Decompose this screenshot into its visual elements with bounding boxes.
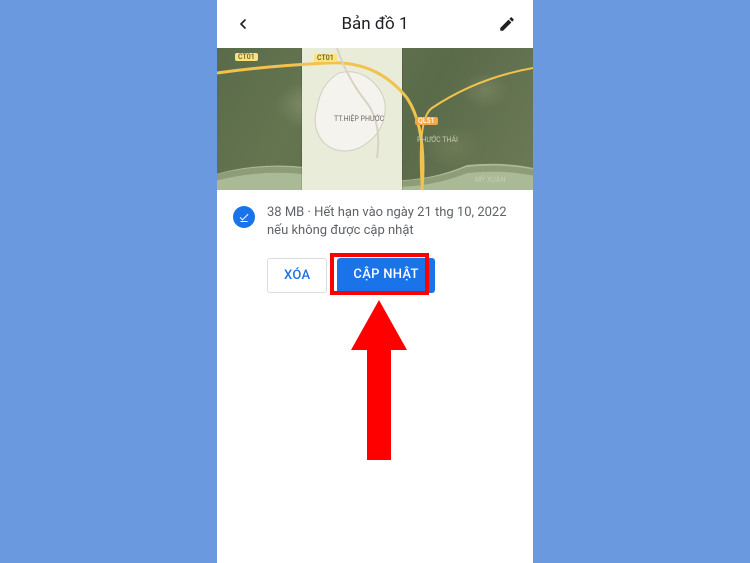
phone-screen: Bản đồ 1 CT01 CT01 QL51 TT.HIỆP PHƯỚC PH… — [217, 0, 533, 563]
map-preview[interactable]: CT01 CT01 QL51 TT.HIỆP PHƯỚC PHƯỚC THÁI … — [217, 48, 533, 190]
map-label-my-xuan: MỸ XUÂN — [475, 176, 505, 184]
header: Bản đồ 1 — [217, 0, 533, 48]
road-label-ct01: CT01 — [235, 53, 258, 61]
map-label-town: TT.HIỆP PHƯỚC — [334, 115, 384, 123]
info-section: 38 MB · Hết hạn vào ngày 21 thg 10, 2022… — [217, 190, 533, 254]
delete-button[interactable]: XÓA — [267, 258, 327, 293]
back-button[interactable] — [231, 12, 255, 36]
road-label-ql51: QL51 — [415, 117, 438, 125]
page-title: Bản đồ 1 — [341, 14, 408, 34]
update-button[interactable]: CẬP NHẬT — [337, 258, 434, 293]
map-label-phuoc-thai: PHƯỚC THÁI — [417, 136, 458, 144]
map-info-text: 38 MB · Hết hạn vào ngày 21 thg 10, 2022… — [267, 204, 517, 240]
road-label-ct01: CT01 — [314, 54, 337, 62]
downloaded-icon — [233, 206, 255, 228]
annotation-arrow — [351, 300, 407, 480]
button-row: XÓA CẬP NHẬT — [217, 254, 533, 293]
edit-button[interactable] — [495, 12, 519, 36]
